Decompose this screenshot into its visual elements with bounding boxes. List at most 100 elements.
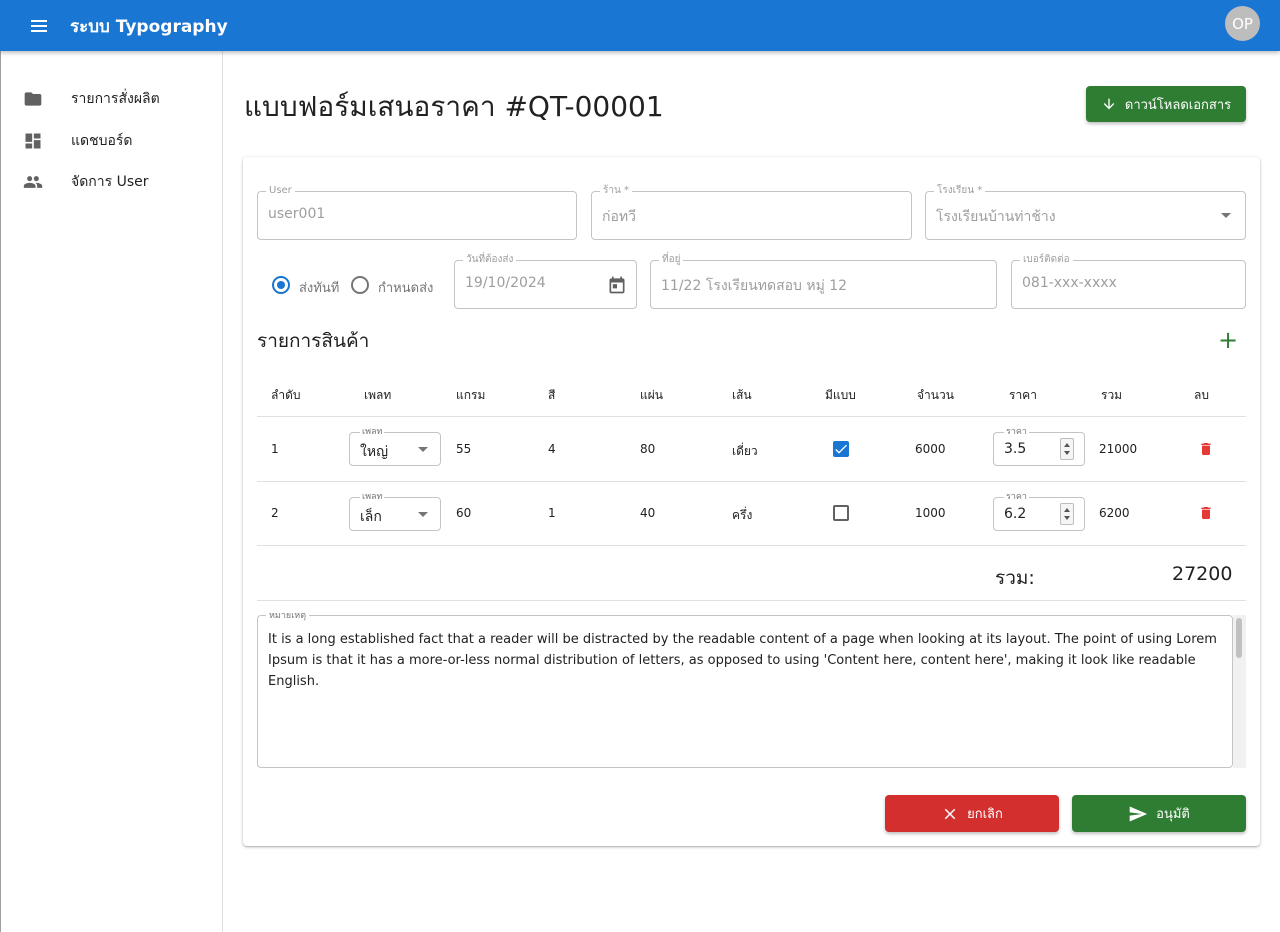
radio-send-now-label: ส่งทันที xyxy=(299,281,340,296)
shop-field-label: ร้าน * xyxy=(600,184,633,198)
col-header-sheets: แผ่น xyxy=(640,388,663,402)
price-input-label: ราคา xyxy=(1004,426,1029,438)
stepper-icon[interactable] xyxy=(1060,438,1074,460)
send-icon xyxy=(1129,806,1148,821)
radio-schedule[interactable] xyxy=(351,276,369,294)
notes-textarea[interactable]: หมายเหตุ It is a long established fact t… xyxy=(257,609,1233,768)
plate-select-label: เพลท xyxy=(360,491,385,503)
sidebar-item-label: รายการสั่งผลิต xyxy=(71,91,160,107)
plate-select[interactable]: เพลท เล็ก xyxy=(349,491,441,531)
col-header-price: ราคา xyxy=(1009,388,1037,402)
trash-icon[interactable] xyxy=(1198,504,1214,522)
app-title: ระบบ Typography xyxy=(70,17,228,37)
plate-select-label: เพลท xyxy=(360,426,385,438)
cancel-button[interactable]: ยกเลิก xyxy=(885,795,1059,832)
approve-button[interactable]: อนุมัติ xyxy=(1072,795,1246,832)
check-icon xyxy=(835,444,847,454)
cell-gram: 60 xyxy=(456,506,472,520)
app-bar: ระบบ Typography OP xyxy=(0,0,1280,51)
cell-total: 21000 xyxy=(1099,442,1138,456)
address-field[interactable]: ที่อยู่ 11/22 โรงเรียนทดสอบ หมู่ 12 xyxy=(650,253,997,309)
divider xyxy=(257,481,1246,482)
menu-icon[interactable] xyxy=(27,14,51,38)
scrollbar-thumb[interactable] xyxy=(1236,618,1242,658)
col-header-line: เส้น xyxy=(732,388,752,402)
sidebar-item-users[interactable]: จัดการ User xyxy=(1,162,223,202)
col-header-no: ลำดับ xyxy=(271,388,301,402)
sum-value: 27200 xyxy=(1172,563,1233,585)
trash-icon[interactable] xyxy=(1198,440,1214,458)
pattern-checkbox[interactable] xyxy=(833,441,849,457)
col-header-total: รวม xyxy=(1101,388,1123,402)
dashboard-icon xyxy=(25,133,41,149)
address-value: 11/22 โรงเรียนทดสอบ หมู่ 12 xyxy=(661,278,848,294)
divider xyxy=(257,416,1246,417)
people-icon xyxy=(23,176,43,188)
col-header-gram: แกรม xyxy=(456,388,486,402)
cancel-label: ยกเลิก xyxy=(967,807,1003,822)
price-input-value: 3.5 xyxy=(1004,441,1027,457)
cell-color: 4 xyxy=(548,442,556,456)
sidebar-item-dashboard[interactable]: แดชบอร์ด xyxy=(1,121,223,161)
user-field-value: user001 xyxy=(268,206,326,222)
user-field-label: User xyxy=(266,184,295,198)
cell-color: 1 xyxy=(548,506,556,520)
products-title: รายการสินค้า xyxy=(257,330,370,352)
plate-select-value: เล็ก xyxy=(360,509,382,525)
due-date-value: 19/10/2024 xyxy=(465,275,546,291)
price-input[interactable]: ราคา 6.2 xyxy=(993,491,1085,531)
plus-icon: + xyxy=(1217,326,1239,354)
user-field[interactable]: User user001 xyxy=(257,184,577,240)
price-input-label: ราคา xyxy=(1004,491,1029,503)
cell-gram: 55 xyxy=(456,442,472,456)
chevron-down-icon xyxy=(418,512,428,517)
notes-text: It is a long established fact that a rea… xyxy=(268,632,1217,689)
notes-scrollbar[interactable] xyxy=(1233,615,1246,768)
cell-sheets: 40 xyxy=(640,506,656,520)
radio-send-now[interactable] xyxy=(272,276,290,294)
folder-icon xyxy=(24,92,42,106)
cell-total: 6200 xyxy=(1099,506,1130,520)
notes-label: หมายเหตุ xyxy=(266,609,310,623)
phone-field[interactable]: เบอร์ติดต่อ 081-xxx-xxxx xyxy=(1011,253,1246,309)
arrow-down-icon xyxy=(1103,98,1115,110)
col-header-pattern: มีแบบ xyxy=(825,388,856,402)
col-header-plate: เพลท xyxy=(364,388,392,402)
cell-no: 2 xyxy=(271,506,279,520)
col-header-delete: ลบ xyxy=(1194,388,1209,402)
phone-value: 081-xxx-xxxx xyxy=(1022,275,1117,291)
calendar-icon[interactable] xyxy=(607,275,627,295)
radio-schedule-label: กำหนดส่ง xyxy=(378,281,434,296)
address-label: ที่อยู่ xyxy=(659,253,684,267)
plate-select-value: ใหญ่ xyxy=(360,444,388,460)
sidebar-item-orders[interactable]: รายการสั่งผลิต xyxy=(1,79,223,119)
school-select-value: โรงเรียนบ้านท่าช้าง xyxy=(936,209,1056,225)
sum-label: รวม: xyxy=(995,567,1035,589)
phone-label: เบอร์ติดต่อ xyxy=(1020,253,1073,267)
shop-field-value: ก่อทวี xyxy=(602,209,636,225)
cell-qty: 1000 xyxy=(915,506,946,520)
price-input[interactable]: ราคา 3.5 xyxy=(993,426,1085,466)
approve-label: อนุมัติ xyxy=(1156,807,1190,822)
due-date-label: วันที่ต้องส่ง xyxy=(463,253,517,267)
cell-no: 1 xyxy=(271,442,279,456)
download-label: ดาวน์โหลดเอกสาร xyxy=(1124,97,1232,113)
col-header-color: สี xyxy=(548,388,556,402)
shop-field[interactable]: ร้าน * ก่อทวี xyxy=(591,184,912,240)
sidebar-item-label: จัดการ User xyxy=(71,174,149,190)
page-title: แบบฟอร์มเสนอราคา #QT-00001 xyxy=(244,90,664,123)
divider xyxy=(257,600,1246,601)
due-date-field[interactable]: วันที่ต้องส่ง 19/10/2024 xyxy=(454,253,637,309)
plate-select[interactable]: เพลท ใหญ่ xyxy=(349,426,441,466)
download-button[interactable]: ดาวน์โหลดเอกสาร xyxy=(1086,86,1246,122)
avatar[interactable]: OP xyxy=(1225,6,1260,41)
stepper-icon[interactable] xyxy=(1060,503,1074,525)
pattern-checkbox[interactable] xyxy=(833,505,849,521)
school-select[interactable]: โรงเรียน * โรงเรียนบ้านท่าช้าง xyxy=(925,184,1246,240)
chevron-down-icon xyxy=(418,447,428,452)
add-product-button[interactable]: + xyxy=(1216,326,1240,354)
divider xyxy=(257,545,1246,546)
close-icon xyxy=(944,808,956,819)
cell-line: เดี่ยว xyxy=(732,444,758,458)
sidebar-item-label: แดชบอร์ด xyxy=(71,133,133,149)
